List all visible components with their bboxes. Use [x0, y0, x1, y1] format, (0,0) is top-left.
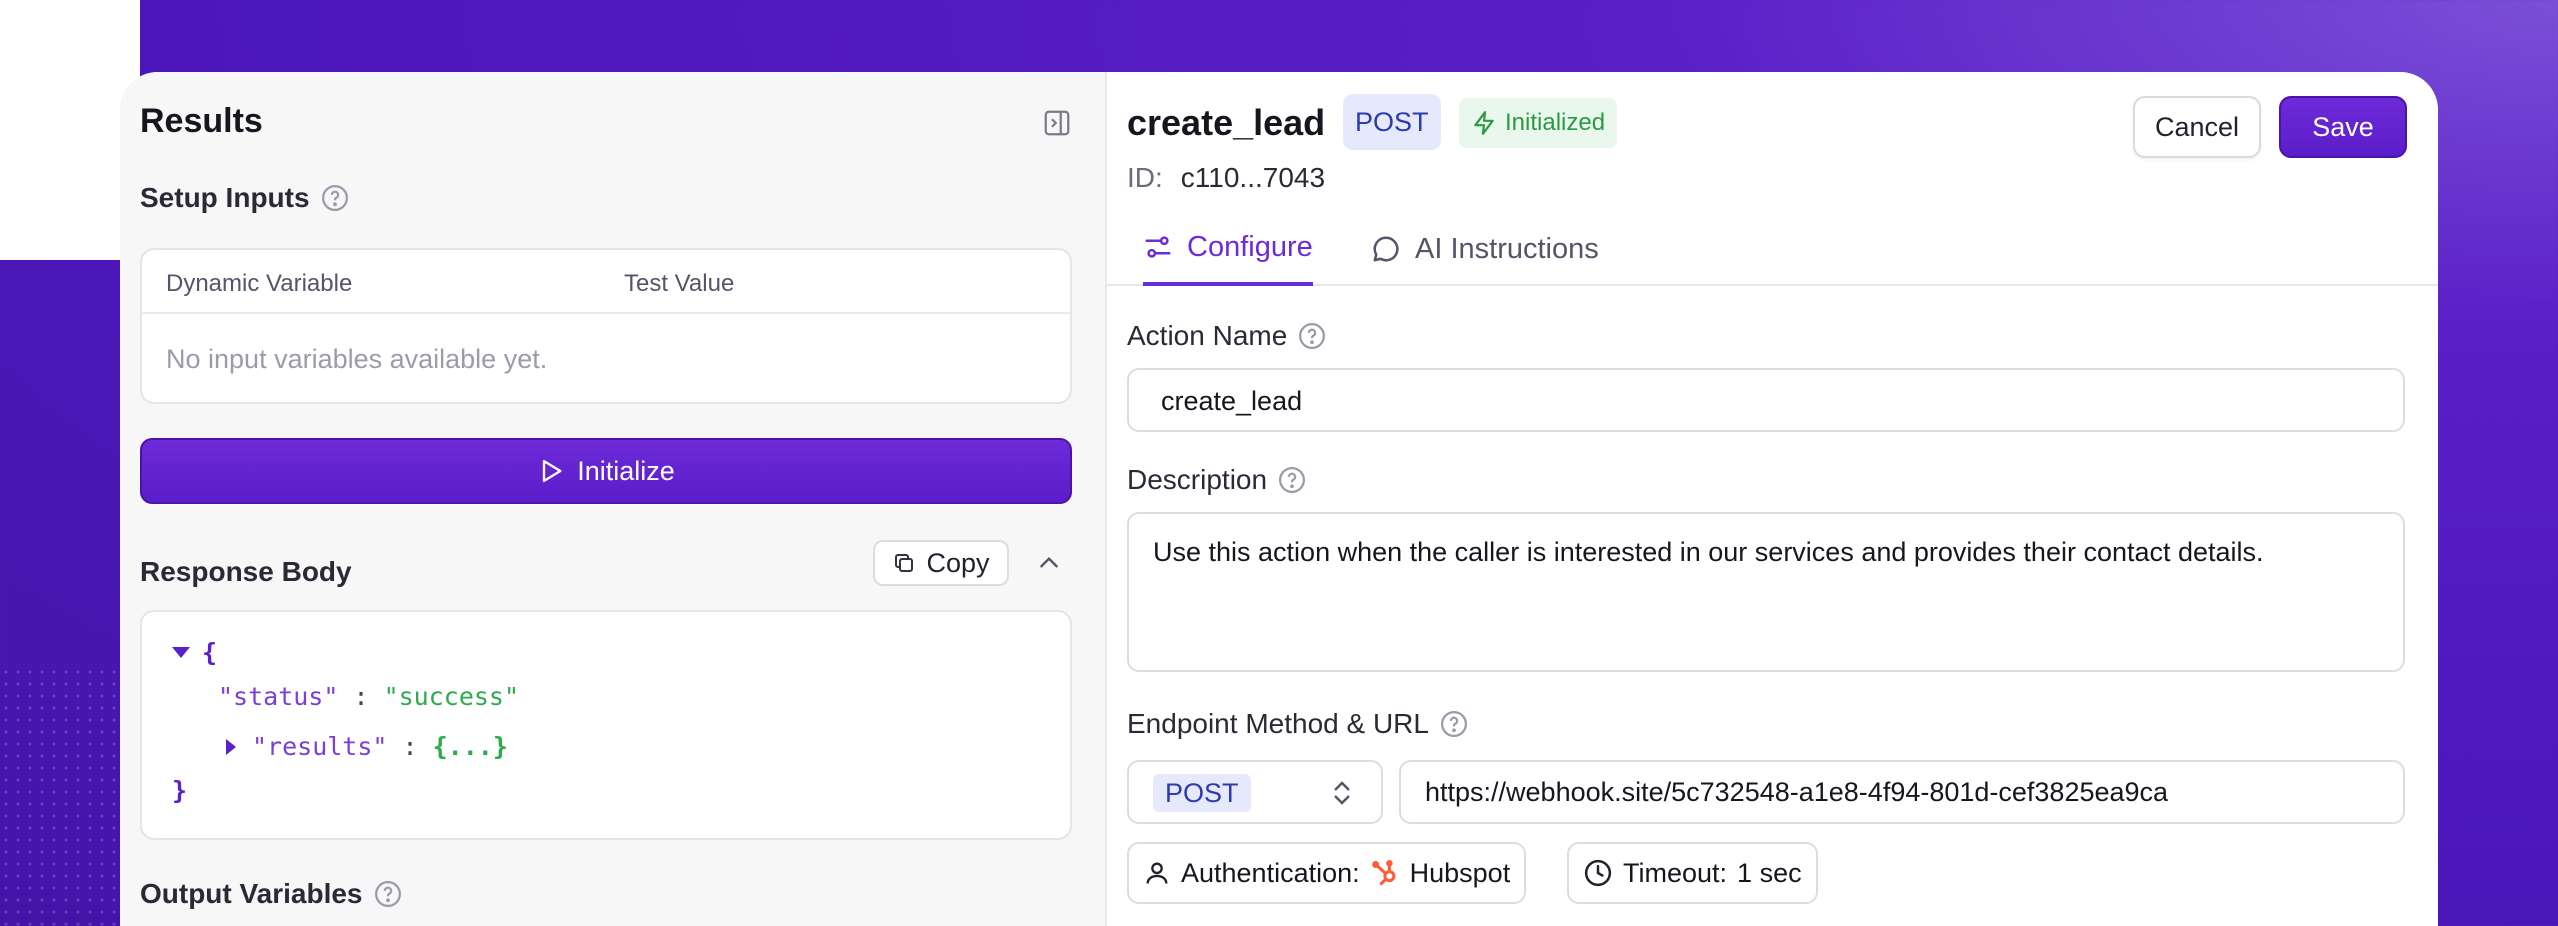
action-name-label: Action Name: [1127, 320, 1327, 352]
background-dot-pattern-right: [0, 0, 140, 260]
json-value-status: "success": [383, 682, 520, 711]
response-json-viewer: { "status" : "success" "results" : {...}…: [140, 610, 1072, 840]
cancel-button[interactable]: Cancel: [2133, 96, 2261, 158]
id-value: c110...7043: [1180, 162, 1326, 193]
endpoint-url-input[interactable]: https://webhook.site/5c732548-a1e8-4f94-…: [1399, 760, 2405, 824]
initialize-label: Initialize: [577, 455, 675, 486]
json-key-status: "status": [218, 682, 339, 711]
help-icon[interactable]: [1277, 465, 1307, 495]
auth-value: Hubspot: [1409, 857, 1511, 888]
json-close-line: }: [172, 776, 187, 805]
results-title: Results: [140, 102, 263, 140]
tab-bar: Configure AI Instructions: [1107, 212, 2438, 286]
json-colon: :: [387, 732, 433, 761]
help-icon[interactable]: [373, 879, 403, 909]
setup-inputs-heading: Setup Inputs: [140, 182, 350, 214]
column-dynamic-variable: Dynamic Variable: [166, 270, 353, 297]
tab-ai-instructions[interactable]: AI Instructions: [1371, 212, 1599, 286]
save-button[interactable]: Save: [2279, 96, 2407, 158]
collapse-panel-icon[interactable]: [1042, 108, 1072, 138]
response-body-heading: Response Body: [140, 556, 352, 588]
status-badge: Initialized: [1459, 98, 1618, 148]
timeout-button[interactable]: Timeout: 1 sec: [1567, 842, 1818, 904]
endpoint-label: Endpoint Method & URL: [1127, 708, 1469, 740]
expand-toggle-icon[interactable]: [172, 647, 190, 658]
collapse-toggle-icon[interactable]: [226, 738, 236, 755]
clock-icon: [1584, 859, 1612, 887]
auth-label: Authentication:: [1181, 857, 1360, 888]
json-close-brace: }: [172, 776, 188, 805]
chevron-up-icon[interactable]: [1036, 550, 1062, 576]
copy-button[interactable]: Copy: [873, 540, 1009, 586]
lightning-icon: [1474, 111, 1494, 135]
method-select[interactable]: POST: [1127, 760, 1383, 824]
action-name-label-text: Action Name: [1127, 320, 1288, 351]
id-label: ID:: [1127, 162, 1163, 193]
output-variables-heading: Output Variables: [140, 878, 403, 910]
timeout-label: Timeout:: [1623, 857, 1728, 888]
json-root-line[interactable]: {: [172, 638, 217, 667]
endpoint-label-text: Endpoint Method & URL: [1127, 708, 1429, 739]
json-status-line: "status" : "success": [218, 682, 519, 711]
action-title: create_lead: [1127, 102, 1326, 143]
sliders-icon: [1145, 236, 1171, 258]
action-config-panel: create_lead POST Initialized ID: c110...…: [1107, 72, 2438, 926]
chevron-up-down-icon: [1334, 781, 1350, 805]
column-test-value: Test Value: [624, 270, 735, 297]
output-variables-title: Output Variables: [140, 878, 363, 909]
response-body-title: Response Body: [140, 556, 352, 587]
status-label: Initialized: [1505, 109, 1606, 136]
action-name-input[interactable]: create_lead: [1127, 368, 2405, 432]
setup-inputs-table: Dynamic Variable Test Value No input var…: [140, 248, 1072, 404]
initialize-button[interactable]: Initialize: [140, 438, 1072, 504]
chat-bubble-icon: [1373, 236, 1399, 262]
help-icon[interactable]: [320, 183, 350, 213]
user-icon: [1146, 862, 1168, 884]
play-icon: [543, 459, 562, 483]
copy-icon: [895, 554, 914, 572]
json-results-line[interactable]: "results" : {...}: [226, 732, 508, 761]
description-label-text: Description: [1127, 464, 1268, 495]
help-icon[interactable]: [1297, 321, 1327, 351]
authentication-button[interactable]: Authentication: Hubspot: [1127, 842, 1527, 904]
description-textarea[interactable]: Use this action when the caller is inter…: [1127, 512, 2405, 672]
hubspot-logo-icon: [1371, 859, 1395, 886]
results-panel: Results Setup Inputs Dynamic Variable Te…: [120, 72, 1107, 926]
copy-label: Copy: [926, 547, 990, 578]
description-label: Description: [1127, 464, 1307, 496]
json-key-results: "results": [252, 732, 388, 761]
help-icon[interactable]: [1439, 709, 1469, 739]
method-select-value: POST: [1153, 774, 1251, 812]
method-badge: POST: [1343, 94, 1441, 150]
tab-configure[interactable]: Configure: [1143, 212, 1313, 286]
table-header: Dynamic Variable Test Value: [142, 250, 1070, 314]
tab-ai-instructions-label: AI Instructions: [1415, 232, 1599, 265]
json-colon: :: [338, 682, 384, 711]
setup-inputs-title: Setup Inputs: [140, 182, 310, 213]
action-editor-window: Results Setup Inputs Dynamic Variable Te…: [120, 72, 2438, 926]
tab-configure-label: Configure: [1187, 230, 1313, 263]
table-empty-message: No input variables available yet.: [166, 344, 548, 374]
json-collapsed-object[interactable]: {...}: [433, 732, 508, 761]
json-open-brace: {: [202, 638, 218, 667]
timeout-value: 1 sec: [1737, 857, 1802, 888]
action-id: ID: c110...7043: [1127, 162, 1325, 194]
